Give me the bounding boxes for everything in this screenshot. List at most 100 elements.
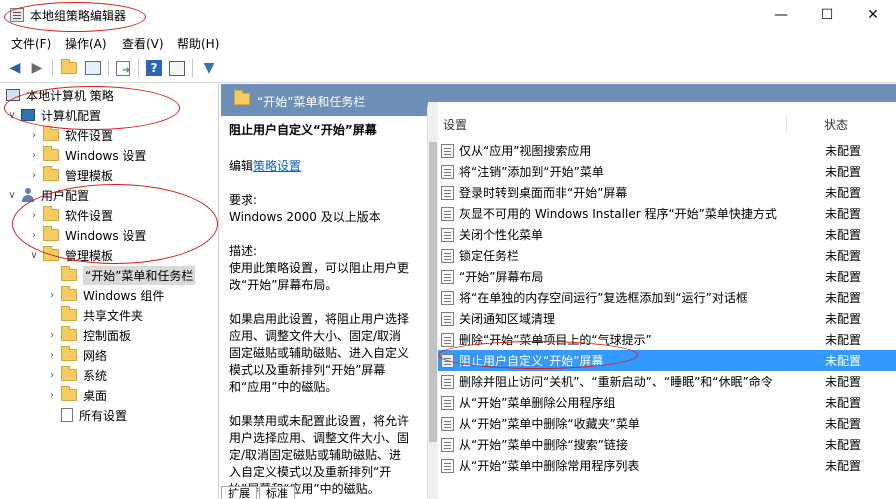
- tree-item[interactable]: › 网络: [46, 345, 107, 365]
- toolbar-separator: [138, 59, 139, 77]
- close-button[interactable]: ✕: [850, 0, 896, 31]
- tree-item-start-menu[interactable]: “开始”菜单和任务栏: [46, 265, 196, 285]
- table-row[interactable]: 将“注销”添加到“开始”菜单 未配置: [438, 161, 896, 182]
- tree-item[interactable]: › 控制面板: [46, 325, 131, 345]
- chevron-right-icon[interactable]: ›: [46, 390, 58, 401]
- folder-icon: [43, 226, 59, 241]
- table-row[interactable]: 从“开始”菜单中删除“搜索”链接 未配置: [438, 434, 896, 455]
- table-row-selected[interactable]: 阻止用户自定义“开始”屏幕 未配置: [438, 350, 896, 371]
- policy-settings-link[interactable]: 策略设置: [253, 159, 301, 173]
- maximize-button[interactable]: ☐: [804, 0, 850, 31]
- chevron-right-icon[interactable]: ›: [46, 330, 58, 341]
- menu-bar: 文件(F) 操作(A) 查看(V) 帮助(H): [0, 31, 896, 53]
- table-row[interactable]: 仅从“应用”视图搜索应用 未配置: [438, 140, 896, 161]
- folder-icon: [43, 126, 59, 141]
- column-header-setting[interactable]: 设置: [443, 113, 467, 137]
- scrollbar-thumb[interactable]: [429, 142, 437, 442]
- toolbar: ◀ ▶ ➜ ? ▼: [0, 53, 896, 83]
- tree-item[interactable]: › 系统: [46, 365, 107, 385]
- chevron-right-icon[interactable]: ›: [28, 210, 40, 221]
- menu-action[interactable]: 操作(A): [65, 35, 107, 52]
- column-header-state[interactable]: 状态: [824, 113, 848, 137]
- filter-icon[interactable]: ▼: [199, 58, 219, 78]
- chevron-down-icon[interactable]: ∨: [28, 250, 40, 261]
- policy-icon: [441, 248, 454, 263]
- folder-icon: [61, 286, 77, 301]
- policy-icon: [441, 311, 454, 326]
- tree-pane: 本地计算机 策略 ∨ 计算机配置 › 软件设置 › Windows 设置 › 管…: [0, 84, 219, 499]
- chevron-down-icon[interactable]: ∨: [6, 110, 18, 121]
- folder-icon: [61, 366, 77, 381]
- table-row[interactable]: 登录时转到桌面而非“开始”屏幕 未配置: [438, 182, 896, 203]
- policy-rows: 仅从“应用”视图搜索应用 未配置 将“注销”添加到“开始”菜单 未配置 登录时转到桌…: [438, 140, 896, 476]
- table-row[interactable]: “开始”屏幕布局 未配置: [438, 266, 896, 287]
- folder-icon: [43, 246, 59, 261]
- column-divider[interactable]: [786, 116, 787, 133]
- policy-description: 阻止用户自定义“开始”屏幕 编辑策略设置 要求: Windows 2000 及以上…: [221, 116, 421, 499]
- policy-icon: [441, 290, 454, 305]
- chevron-right-icon[interactable]: ›: [28, 130, 40, 141]
- folder-icon: [61, 326, 77, 341]
- chevron-right-icon[interactable]: ›: [28, 150, 40, 161]
- toolbar-separator: [52, 59, 53, 77]
- table-row[interactable]: 锁定任务栏 未配置: [438, 245, 896, 266]
- folder-icon: [61, 386, 77, 401]
- forward-arrow-icon[interactable]: ▶: [27, 58, 47, 78]
- properties-icon[interactable]: [167, 58, 187, 78]
- tree-item[interactable]: › Windows 组件: [46, 285, 164, 305]
- description-scrollbar[interactable]: [428, 102, 438, 499]
- tree-item[interactable]: › 软件设置: [28, 205, 113, 225]
- export-list-icon[interactable]: ➜: [113, 58, 133, 78]
- help-icon[interactable]: ?: [144, 58, 164, 78]
- tree-item[interactable]: 所有设置: [46, 405, 127, 425]
- table-row[interactable]: 删除并阻止访问“关机”、“重新启动”、“睡眠”和“休眠”命令 未配置: [438, 371, 896, 392]
- chevron-right-icon[interactable]: ›: [46, 370, 58, 381]
- enabled-paragraph: 如果启用此设置，将阻止用户选择应用、调整文件大小、固定/取消固定磁贴或辅助磁贴、…: [229, 312, 410, 394]
- chevron-right-icon[interactable]: ›: [28, 230, 40, 241]
- menu-view[interactable]: 查看(V): [122, 35, 164, 52]
- minimize-button[interactable]: —: [758, 0, 804, 31]
- tree-item[interactable]: › 桌面: [46, 385, 107, 405]
- tab-extended[interactable]: 扩展: [221, 486, 257, 499]
- table-row[interactable]: 关闭个性化菜单 未配置: [438, 224, 896, 245]
- tree-item[interactable]: › Windows 设置: [28, 225, 146, 245]
- tree-item[interactable]: › 软件设置: [28, 125, 113, 145]
- back-arrow-icon[interactable]: ◀: [5, 58, 25, 78]
- view-tabs: 扩展 标准: [221, 486, 297, 499]
- window-title: 本地组策略编辑器: [30, 9, 127, 23]
- edit-line: 编辑策略设置: [229, 159, 302, 173]
- chevron-down-icon[interactable]: ∨: [6, 190, 18, 201]
- menu-help[interactable]: 帮助(H): [177, 35, 219, 52]
- tree-item[interactable]: › Windows 设置: [28, 145, 146, 165]
- menu-file[interactable]: 文件(F): [11, 35, 51, 52]
- settings-file-icon: [61, 408, 73, 422]
- computer-policy-icon: [6, 89, 20, 101]
- chevron-right-icon[interactable]: ›: [28, 170, 40, 181]
- tab-standard[interactable]: 标准: [259, 486, 295, 499]
- settings-list: 设置 状态 仅从“应用”视图搜索应用 未配置 将“注销”添加到“开始”菜单 未配置 …: [427, 102, 896, 499]
- up-folder-icon[interactable]: [59, 58, 79, 78]
- table-row[interactable]: 将“在单独的内存空间运行”复选框添加到“运行”对话框 未配置: [438, 287, 896, 308]
- table-row[interactable]: 从“开始”菜单中删除常用程序列表 未配置: [438, 455, 896, 476]
- tree-item-admin-templates[interactable]: ∨ 管理模板: [28, 245, 113, 265]
- table-row[interactable]: 从“开始”菜单删除公用程序组 未配置: [438, 392, 896, 413]
- tree-user-config[interactable]: ∨ 用户配置: [6, 185, 89, 205]
- tree-item[interactable]: 共享文件夹: [46, 305, 143, 325]
- tree-item[interactable]: › 管理模板: [28, 165, 113, 185]
- table-row[interactable]: 关闭通知区域清理 未配置: [438, 308, 896, 329]
- policy-icon: [441, 416, 454, 431]
- chevron-right-icon[interactable]: ›: [46, 350, 58, 361]
- computer-icon: [21, 109, 35, 121]
- tree-computer-config[interactable]: ∨ 计算机配置: [6, 105, 101, 125]
- tree-root[interactable]: 本地计算机 策略: [6, 85, 114, 105]
- chevron-right-icon[interactable]: ›: [46, 290, 58, 301]
- toolbar-separator: [192, 59, 193, 77]
- title-bar: 本地组策略编辑器 — ☐ ✕: [0, 0, 896, 31]
- policy-icon: [441, 374, 454, 389]
- table-row[interactable]: 删除“开始”菜单项目上的“气球提示” 未配置: [438, 329, 896, 350]
- table-row[interactable]: 从“开始”菜单中删除“收藏夹”菜单 未配置: [438, 413, 896, 434]
- show-hide-tree-icon[interactable]: [83, 58, 103, 78]
- policy-icon: [441, 332, 454, 347]
- table-row[interactable]: 灰显不可用的 Windows Installer 程序“开始”菜单快捷方式 未配置: [438, 203, 896, 224]
- policy-icon: [441, 185, 454, 200]
